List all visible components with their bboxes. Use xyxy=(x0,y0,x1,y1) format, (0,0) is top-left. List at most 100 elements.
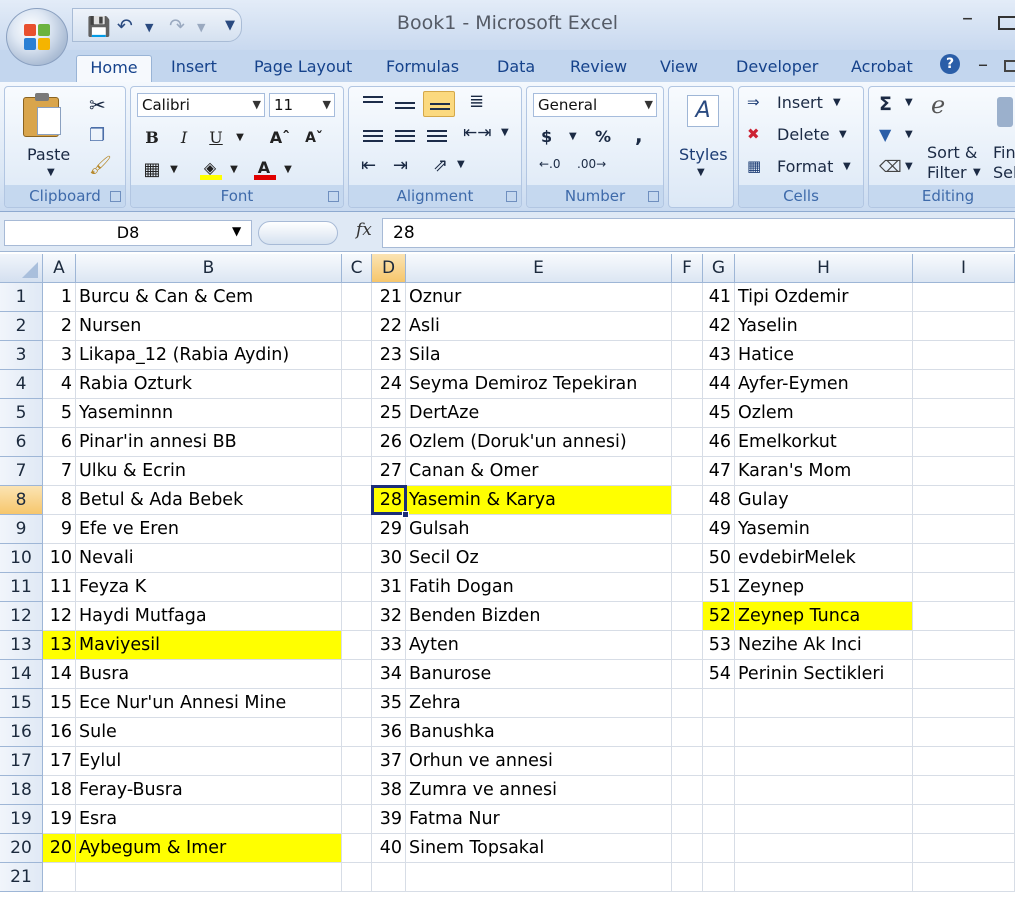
delete-cells-icon[interactable]: ✖ xyxy=(747,125,760,143)
sort-filter-icon[interactable]: ℯ xyxy=(931,91,945,119)
cell-d3[interactable]: 23 xyxy=(372,341,406,370)
cell-e1[interactable]: Oznur xyxy=(406,283,672,312)
column-header-h[interactable]: H xyxy=(735,254,913,283)
paste-button[interactable]: Paste xyxy=(27,145,70,164)
cell-f8[interactable] xyxy=(672,486,703,515)
cell-f13[interactable] xyxy=(672,631,703,660)
format-cells-icon[interactable]: ▦ xyxy=(747,157,761,175)
cell-d5[interactable]: 25 xyxy=(372,399,406,428)
cell-g2[interactable]: 42 xyxy=(703,312,735,341)
cell-f17[interactable] xyxy=(672,747,703,776)
fill-icon[interactable]: ▼ xyxy=(879,125,891,144)
cell-f1[interactable] xyxy=(672,283,703,312)
format-cells-button[interactable]: Format xyxy=(777,157,833,176)
alignment-launcher-icon[interactable] xyxy=(506,191,517,202)
formula-input[interactable]: 28 xyxy=(382,218,1015,248)
cell-b15[interactable]: Ece Nur'un Annesi Mine xyxy=(76,689,342,718)
cell-d16[interactable]: 36 xyxy=(372,718,406,747)
cell-g6[interactable]: 46 xyxy=(703,428,735,457)
cell-c11[interactable] xyxy=(342,573,372,602)
cell-f10[interactable] xyxy=(672,544,703,573)
cell-d20[interactable]: 40 xyxy=(372,834,406,863)
cell-i5[interactable] xyxy=(913,399,1015,428)
cell-g1[interactable]: 41 xyxy=(703,283,735,312)
find-select-label-2[interactable]: Sel xyxy=(993,163,1015,182)
cell-e10[interactable]: Secil Oz xyxy=(406,544,672,573)
cell-b18[interactable]: Feray-Busra xyxy=(76,776,342,805)
cell-i8[interactable] xyxy=(913,486,1015,515)
cell-e17[interactable]: Orhun ve annesi xyxy=(406,747,672,776)
select-all-button[interactable] xyxy=(0,254,43,283)
cell-d4[interactable]: 24 xyxy=(372,370,406,399)
cell-d19[interactable]: 39 xyxy=(372,805,406,834)
cell-i18[interactable] xyxy=(913,776,1015,805)
align-middle-icon[interactable] xyxy=(395,99,415,112)
merge-center-icon[interactable]: ⇤⇥ xyxy=(463,123,492,143)
maximize-button[interactable] xyxy=(998,16,1015,30)
cell-e15[interactable]: Zehra xyxy=(406,689,672,718)
font-color-icon[interactable]: A xyxy=(251,155,277,181)
cell-a20[interactable]: 20 xyxy=(43,834,76,863)
tab-formulas[interactable]: Formulas xyxy=(386,55,459,82)
cell-g8[interactable]: 48 xyxy=(703,486,735,515)
cell-f14[interactable] xyxy=(672,660,703,689)
cell-b2[interactable]: Nursen xyxy=(76,312,342,341)
cell-f16[interactable] xyxy=(672,718,703,747)
paste-dropdown-icon[interactable]: ▼ xyxy=(47,167,55,178)
cell-d6[interactable]: 26 xyxy=(372,428,406,457)
office-button[interactable] xyxy=(6,8,68,66)
row-header-6[interactable]: 6 xyxy=(0,428,43,457)
row-header-2[interactable]: 2 xyxy=(0,312,43,341)
cell-h19[interactable] xyxy=(735,805,913,834)
cell-h9[interactable]: Yasemin xyxy=(735,515,913,544)
cell-c10[interactable] xyxy=(342,544,372,573)
cell-h15[interactable] xyxy=(735,689,913,718)
cell-i21[interactable] xyxy=(913,863,1015,892)
cell-g4[interactable]: 44 xyxy=(703,370,735,399)
cell-g16[interactable] xyxy=(703,718,735,747)
row-header-9[interactable]: 9 xyxy=(0,515,43,544)
cell-h17[interactable] xyxy=(735,747,913,776)
currency-button[interactable]: $ xyxy=(541,127,552,146)
cell-i4[interactable] xyxy=(913,370,1015,399)
cell-i17[interactable] xyxy=(913,747,1015,776)
row-header-8[interactable]: 8 xyxy=(0,486,43,515)
tab-data[interactable]: Data xyxy=(497,55,535,82)
cell-e16[interactable]: Banushka xyxy=(406,718,672,747)
cell-e21[interactable] xyxy=(406,863,672,892)
cell-e9[interactable]: Gulsah xyxy=(406,515,672,544)
cell-c14[interactable] xyxy=(342,660,372,689)
cell-a10[interactable]: 10 xyxy=(43,544,76,573)
align-center-icon[interactable] xyxy=(395,127,415,145)
cell-b19[interactable]: Esra xyxy=(76,805,342,834)
cell-h2[interactable]: Yaselin xyxy=(735,312,913,341)
cell-c20[interactable] xyxy=(342,834,372,863)
cell-d11[interactable]: 31 xyxy=(372,573,406,602)
orientation-icon[interactable]: ≣ xyxy=(469,91,484,112)
cell-i1[interactable] xyxy=(913,283,1015,312)
font-color-dropdown-icon[interactable]: ▼ xyxy=(275,157,301,183)
cell-a1[interactable]: 1 xyxy=(43,283,76,312)
text-direction-dropdown-icon[interactable]: ▼ xyxy=(457,159,465,170)
cell-g21[interactable] xyxy=(703,863,735,892)
sort-filter-label-2[interactable]: Filter xyxy=(927,163,967,182)
cell-c19[interactable] xyxy=(342,805,372,834)
cell-i14[interactable] xyxy=(913,660,1015,689)
merge-dropdown-icon[interactable]: ▼ xyxy=(501,127,509,138)
currency-dropdown-icon[interactable]: ▼ xyxy=(569,131,577,142)
minimize-button[interactable]: – xyxy=(962,6,973,31)
cell-b1[interactable]: Burcu & Can & Cem xyxy=(76,283,342,312)
cell-h14[interactable]: Perinin Sectikleri xyxy=(735,660,913,689)
cell-a4[interactable]: 4 xyxy=(43,370,76,399)
percent-button[interactable]: % xyxy=(595,127,611,146)
cell-f12[interactable] xyxy=(672,602,703,631)
decrease-decimal-icon[interactable]: .00→ xyxy=(577,157,606,171)
sort-filter-label[interactable]: Sort & xyxy=(927,143,977,162)
tab-page-layout[interactable]: Page Layout xyxy=(254,55,352,82)
cell-f15[interactable] xyxy=(672,689,703,718)
cell-c18[interactable] xyxy=(342,776,372,805)
cell-b12[interactable]: Haydi Mutfaga xyxy=(76,602,342,631)
row-header-7[interactable]: 7 xyxy=(0,457,43,486)
cell-f20[interactable] xyxy=(672,834,703,863)
row-header-10[interactable]: 10 xyxy=(0,544,43,573)
